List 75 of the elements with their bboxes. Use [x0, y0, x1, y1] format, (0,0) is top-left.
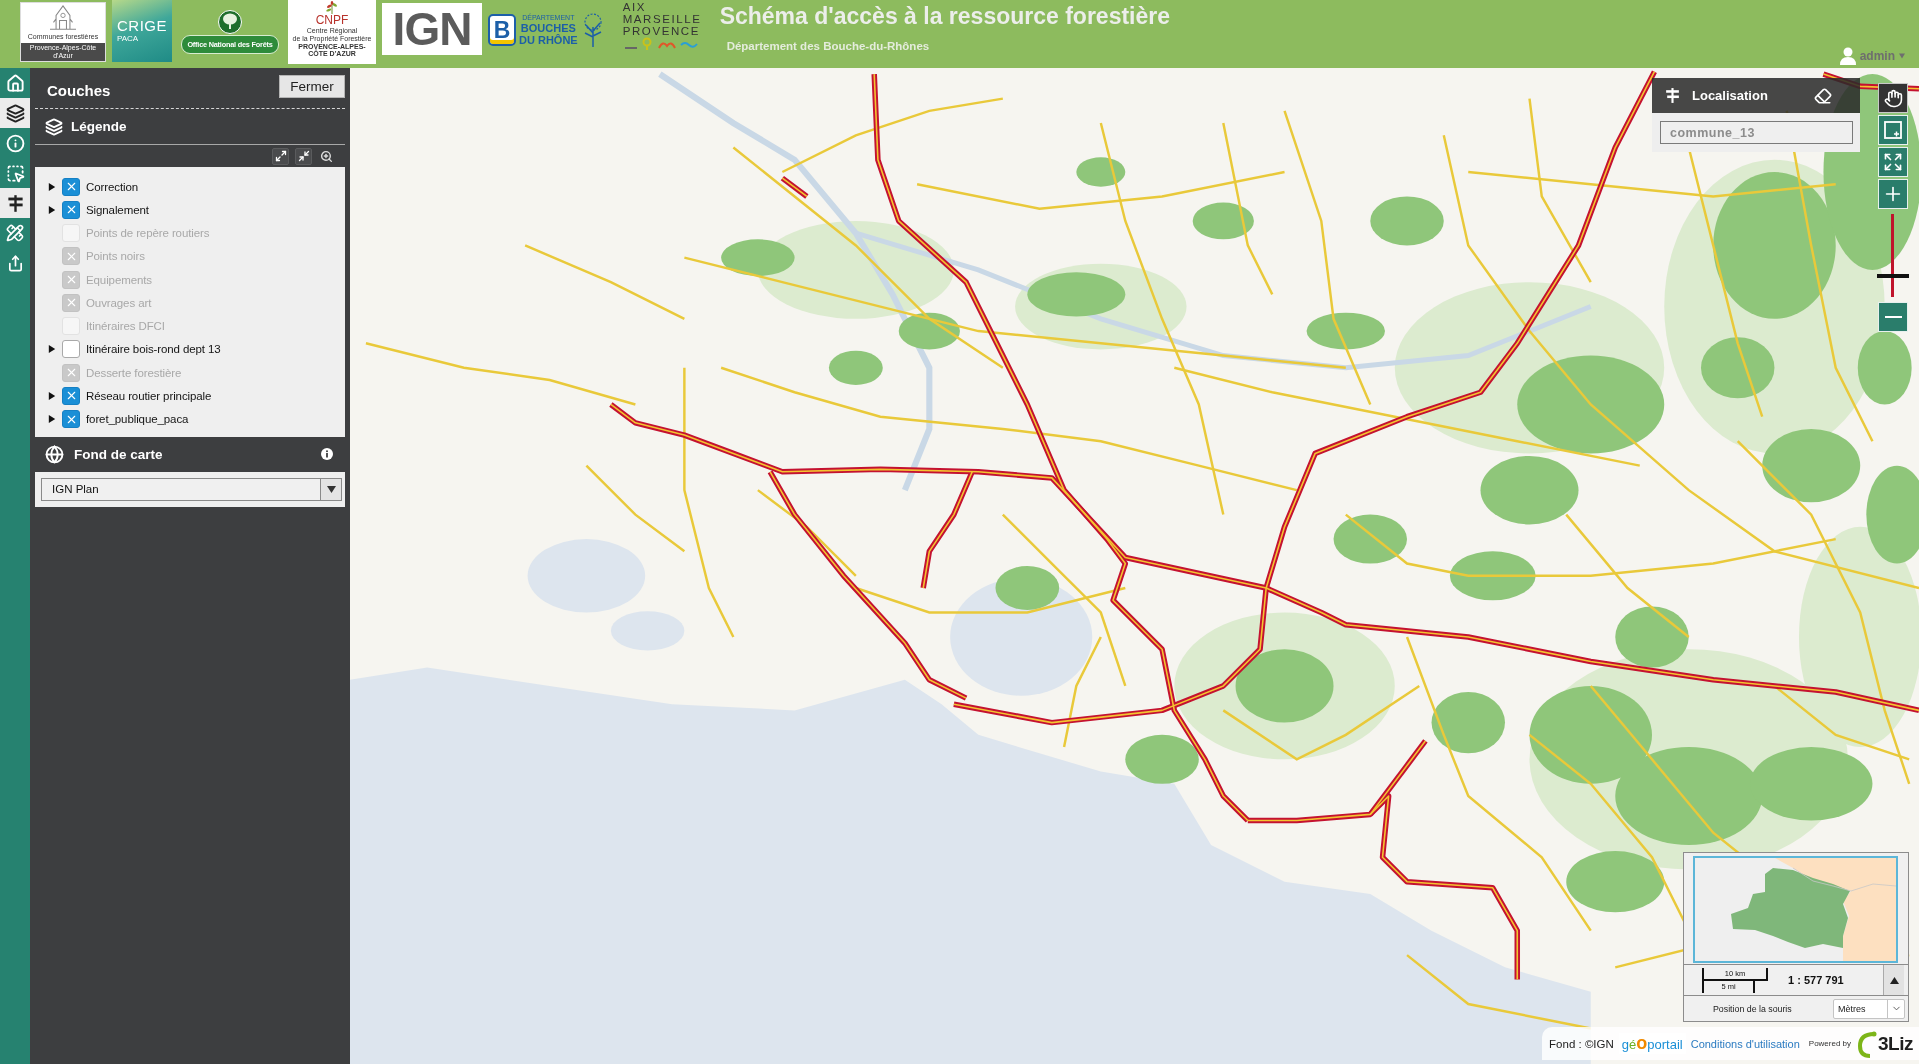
layer-checkbox[interactable]	[62, 340, 80, 359]
caret-right-icon	[48, 391, 56, 400]
app-subtitle: Département des Bouche-du-Rhônes	[726, 40, 931, 52]
signpost-icon	[1664, 87, 1681, 104]
dock-title: Localisation	[1692, 88, 1768, 103]
zoom-box-icon	[1884, 121, 1902, 139]
units-select[interactable]: Mètres	[1833, 998, 1905, 1019]
info-icon	[5, 133, 25, 153]
layer-name: Points noirs	[86, 250, 145, 263]
zoom-box-button[interactable]	[1878, 115, 1908, 145]
layer-checkbox[interactable]	[62, 386, 80, 405]
layer-name: Signalement	[86, 203, 149, 216]
expand-icon	[274, 150, 287, 162]
layers-icon	[45, 117, 63, 136]
brand-logo[interactable]: 3Liz	[1856, 1029, 1913, 1058]
layer-name: Itinéraire bois-rond dept 13	[86, 343, 221, 356]
layers-button[interactable]	[0, 98, 30, 128]
layer-name: Ouvrages art	[86, 296, 152, 309]
selection-icon	[5, 163, 25, 183]
caret-right-icon	[48, 205, 56, 214]
partner-logo: AIX MARSEILLE PROVENCE	[622, 0, 702, 51]
layers-icon	[5, 103, 25, 123]
panel-title: Couches	[47, 82, 111, 99]
caret-right-icon	[48, 345, 56, 354]
signpost-icon	[5, 193, 25, 213]
app-title: Schéma d'accès à la ressource forestière	[719, 2, 1171, 30]
caret-icon	[1899, 53, 1905, 59]
hand-icon	[1883, 88, 1903, 108]
layer-name: Réseau routier principale	[86, 389, 212, 402]
search-field[interactable]: commune_13	[1660, 121, 1853, 144]
caret-right-icon	[48, 415, 56, 424]
info-icon[interactable]	[321, 448, 333, 461]
globe-icon	[45, 444, 64, 464]
clear-button[interactable]	[1814, 86, 1832, 105]
basemap-title: Fond de carte	[74, 446, 163, 462]
layer-checkbox[interactable]	[62, 410, 80, 429]
legend-title: Légende	[71, 119, 127, 134]
share-icon	[6, 254, 24, 272]
mouse-position-label: Position de la souris	[1713, 1003, 1792, 1014]
layer-name: Points de repère routiers	[86, 227, 210, 240]
expand-all-button[interactable]	[272, 147, 289, 165]
partner-logo: IGN	[382, 3, 482, 55]
zoom-out-button[interactable]	[1878, 302, 1908, 332]
caret-up-icon	[1889, 975, 1899, 985]
user-icon	[1839, 47, 1856, 65]
caret-right-icon	[48, 182, 56, 191]
eraser-icon	[1814, 86, 1832, 105]
partner-logo: CRIGE PACA	[112, 0, 172, 62]
layer-checkbox[interactable]	[62, 177, 80, 196]
zoom-slider-thumb[interactable]	[1877, 274, 1909, 279]
attribution-text: Fond : ©IGN	[1549, 1037, 1614, 1050]
layer-name: foret_publique_paca	[86, 413, 189, 426]
pan-button[interactable]	[1878, 83, 1908, 113]
layer-checkbox[interactable]	[62, 200, 80, 219]
measure-icon	[6, 224, 24, 242]
collapse-all-button[interactable]	[295, 147, 312, 165]
zoom-in-button[interactable]	[1878, 179, 1908, 209]
powered-by-text: Powered by	[1808, 1039, 1852, 1048]
basemap-select[interactable]: IGN Plan	[41, 477, 342, 501]
collapse-icon	[297, 150, 310, 162]
layer-name: Equipements	[86, 273, 153, 286]
zoom-icon	[320, 149, 333, 163]
home-icon	[5, 73, 25, 93]
localisation-button[interactable]	[0, 188, 30, 218]
layer-name: Itinéraires DFCI	[86, 320, 165, 333]
terms-link[interactable]: Conditions d'utilisation	[1690, 1037, 1800, 1050]
close-button[interactable]: Fermer	[279, 75, 345, 98]
caret-down-icon	[326, 484, 336, 494]
minus-icon	[1884, 316, 1902, 318]
overview-toggle-button[interactable]	[1883, 965, 1904, 995]
layer-name: Correction	[86, 180, 139, 193]
layer-name: Desserte forestière	[86, 366, 182, 379]
scale-value: 1 : 577 791	[1788, 974, 1844, 986]
zoom-extent-button[interactable]	[1878, 147, 1908, 177]
extent-icon	[1883, 152, 1903, 172]
